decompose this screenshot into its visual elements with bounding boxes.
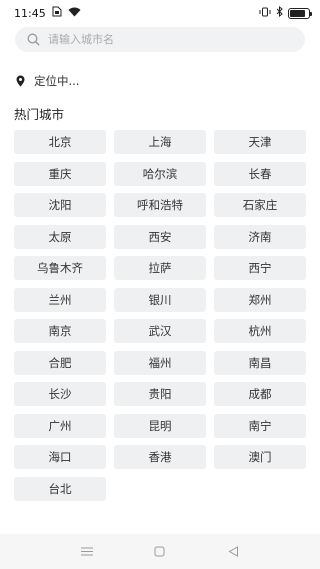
home-square-icon xyxy=(154,546,165,557)
city-button[interactable]: 沈阳 xyxy=(14,193,106,217)
search-input[interactable] xyxy=(48,33,288,46)
city-button[interactable]: 广州 xyxy=(14,413,106,438)
city-button[interactable]: 天津 xyxy=(214,130,306,154)
city-button[interactable]: 澳门 xyxy=(214,445,306,469)
menu-icon xyxy=(80,547,93,556)
city-button[interactable]: 石家庄 xyxy=(214,193,306,217)
city-button[interactable]: 西安 xyxy=(114,224,206,249)
vibrate-icon xyxy=(259,7,271,20)
back-button[interactable] xyxy=(221,540,245,564)
search-icon xyxy=(27,33,40,46)
status-bar: 11:45 xyxy=(0,0,320,26)
city-picker-screen: 11:45 请输入城市名 定位中... 热门城市 北京 上海 天津 重庆 哈尔滨… xyxy=(0,0,320,569)
city-button[interactable]: 北京 xyxy=(14,130,106,154)
location-pin-icon xyxy=(16,75,25,87)
status-right xyxy=(259,5,312,20)
menu-button[interactable] xyxy=(75,540,99,564)
sim-icon xyxy=(52,6,62,20)
city-button[interactable]: 郑州 xyxy=(214,287,306,312)
system-nav-bar xyxy=(0,534,320,569)
city-button[interactable]: 贵阳 xyxy=(114,382,206,406)
city-button[interactable]: 兰州 xyxy=(14,287,106,312)
city-button[interactable]: 拉萨 xyxy=(114,256,206,280)
city-button[interactable]: 昆明 xyxy=(114,413,206,438)
city-button[interactable]: 长沙 xyxy=(14,382,106,406)
city-button[interactable]: 香港 xyxy=(114,445,206,469)
city-button[interactable]: 福州 xyxy=(114,350,206,375)
city-button[interactable]: 杭州 xyxy=(214,319,306,343)
city-button[interactable]: 乌鲁木齐 xyxy=(14,256,106,280)
city-button[interactable]: 武汉 xyxy=(114,319,206,343)
city-button[interactable]: 台北 xyxy=(14,476,106,501)
hot-cities-title: 热门城市 xyxy=(14,107,65,122)
city-button[interactable]: 成都 xyxy=(214,382,306,406)
city-button[interactable]: 西宁 xyxy=(214,256,306,280)
battery-icon xyxy=(288,7,312,19)
bluetooth-icon xyxy=(276,5,283,20)
city-button[interactable]: 合肥 xyxy=(14,350,106,375)
search-bar[interactable] xyxy=(15,27,305,52)
hot-city-grid: 北京 上海 天津重庆 哈尔滨 长春沈阳 呼和浩特 石家庄太原 西安 济南乌鲁木齐 拉萨 西宁兰州 银川… xyxy=(14,130,306,501)
city-button[interactable]: 哈尔滨 xyxy=(114,161,206,186)
city-button[interactable]: 银川 xyxy=(114,287,206,312)
city-button[interactable]: 济南 xyxy=(214,224,306,249)
city-button[interactable]: 呼和浩特 xyxy=(114,193,206,217)
current-location[interactable]: 定位中... xyxy=(16,72,79,90)
city-button[interactable]: 南昌 xyxy=(214,350,306,375)
city-button[interactable]: 长春 xyxy=(214,161,306,186)
city-button[interactable]: 太原 xyxy=(14,224,106,249)
city-button[interactable]: 上海 xyxy=(114,130,206,154)
city-button[interactable]: 海口 xyxy=(14,445,106,469)
back-triangle-icon xyxy=(228,546,238,557)
city-button[interactable]: 南宁 xyxy=(214,413,306,438)
wifi-icon xyxy=(68,7,81,20)
status-left: 11:45 xyxy=(14,6,81,20)
city-button[interactable]: 重庆 xyxy=(14,161,106,186)
city-button[interactable]: 南京 xyxy=(14,319,106,343)
status-time: 11:45 xyxy=(14,6,46,20)
location-status-text: 定位中... xyxy=(34,74,80,88)
home-button[interactable] xyxy=(148,540,172,564)
